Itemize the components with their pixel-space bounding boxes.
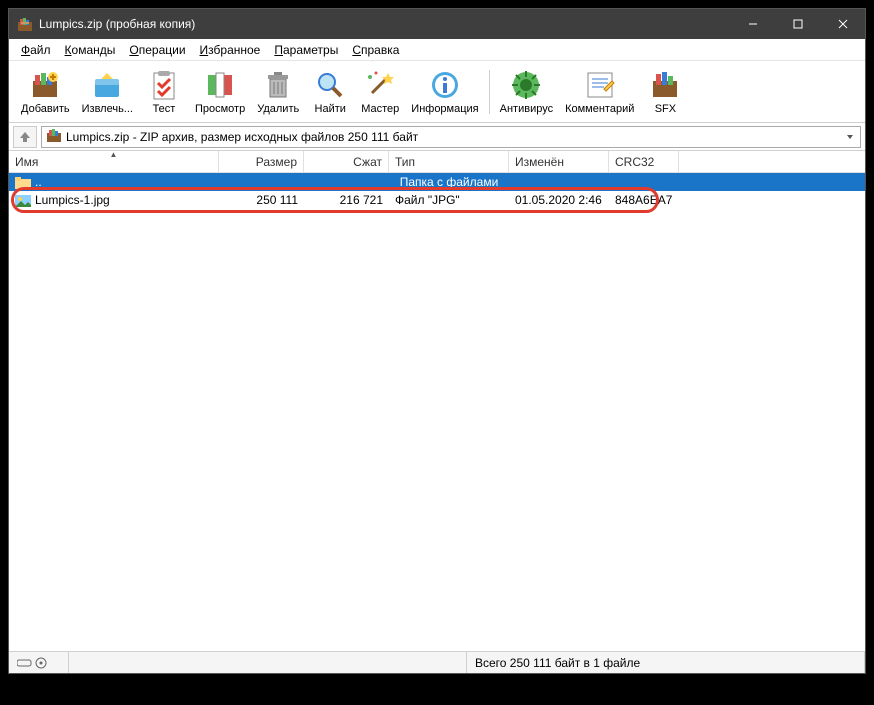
menu-favorites[interactable]: Избранное <box>194 41 267 59</box>
file-name: .. <box>35 175 42 189</box>
sfx-icon <box>649 69 681 101</box>
file-packed: 216 721 <box>304 193 389 207</box>
column-headers: ▲Имя Размер Сжат Тип Изменён CRC32 <box>9 151 865 173</box>
address-dropdown-icon[interactable] <box>842 129 858 145</box>
info-button[interactable]: Информация <box>405 67 484 117</box>
info-label: Информация <box>411 103 478 115</box>
menu-options[interactable]: Параметры <box>268 41 344 59</box>
wizard-label: Мастер <box>361 103 399 115</box>
view-label: Просмотр <box>195 103 245 115</box>
toolbar: Добавить Извлечь... Тест Просмотр Удалит… <box>9 61 865 123</box>
header-name[interactable]: ▲Имя <box>9 151 219 173</box>
folder-icon <box>15 177 31 189</box>
close-button[interactable] <box>820 9 865 39</box>
add-button[interactable]: Добавить <box>15 67 76 117</box>
address-text: Lumpics.zip - ZIP архив, размер исходных… <box>66 130 418 144</box>
menu-help[interactable]: Справка <box>346 41 405 59</box>
test-button[interactable]: Тест <box>139 67 189 117</box>
header-size[interactable]: Размер <box>219 151 304 173</box>
app-icon <box>17 16 33 32</box>
menu-file[interactable]: Файл <box>15 41 57 59</box>
addressbar: Lumpics.zip - ZIP архив, размер исходных… <box>9 123 865 151</box>
add-icon <box>29 69 61 101</box>
header-modified[interactable]: Изменён <box>509 151 609 173</box>
comment-icon <box>584 69 616 101</box>
antivirus-label: Антивирус <box>500 103 553 115</box>
test-label: Тест <box>153 103 176 115</box>
extract-button[interactable]: Извлечь... <box>76 67 139 117</box>
file-crc: 848A6EA7 <box>609 193 679 207</box>
extract-label: Извлечь... <box>82 103 133 115</box>
menu-commands[interactable]: Команды <box>59 41 122 59</box>
menubar: Файл Команды Операции Избранное Параметр… <box>9 39 865 61</box>
status-total: Всего 250 111 байт в 1 файле <box>467 652 865 673</box>
add-label: Добавить <box>21 103 70 115</box>
find-button[interactable]: Найти <box>305 67 355 117</box>
wizard-icon <box>364 69 396 101</box>
file-list[interactable]: .. Папка с файлами Lumpics-1.jpg 250 111… <box>9 173 865 651</box>
header-crc[interactable]: CRC32 <box>609 151 679 173</box>
app-window: Lumpics.zip (пробная копия) Файл Команды… <box>8 8 866 674</box>
view-button[interactable]: Просмотр <box>189 67 251 117</box>
comment-label: Комментарий <box>565 103 634 115</box>
file-size: 250 111 <box>219 193 304 207</box>
header-packed[interactable]: Сжат <box>304 151 389 173</box>
test-icon <box>148 69 180 101</box>
sfx-label: SFX <box>655 103 676 115</box>
file-modified: 01.05.2020 2:46 <box>509 193 609 207</box>
comment-button[interactable]: Комментарий <box>559 67 640 117</box>
minimize-button[interactable] <box>730 9 775 39</box>
sfx-button[interactable]: SFX <box>640 67 690 117</box>
file-row[interactable]: Lumpics-1.jpg 250 111 216 721 Файл "JPG"… <box>9 191 865 209</box>
view-icon <box>204 69 236 101</box>
header-type[interactable]: Тип <box>389 151 509 173</box>
menu-operations[interactable]: Операции <box>123 41 191 59</box>
file-type: Папка с файлами <box>389 175 509 189</box>
window-controls <box>730 9 865 39</box>
parent-folder-row[interactable]: .. Папка с файлами <box>9 173 865 191</box>
up-button[interactable] <box>13 126 37 148</box>
delete-icon <box>262 69 294 101</box>
sort-asc-icon: ▲ <box>110 150 118 159</box>
antivirus-button[interactable]: Антивирус <box>494 67 559 117</box>
find-icon <box>314 69 346 101</box>
window-title: Lumpics.zip (пробная копия) <box>39 17 730 31</box>
file-type: Файл "JPG" <box>389 193 509 207</box>
maximize-button[interactable] <box>775 9 820 39</box>
find-label: Найти <box>315 103 346 115</box>
toolbar-separator <box>489 70 490 114</box>
address-input[interactable]: Lumpics.zip - ZIP архив, размер исходных… <box>41 126 861 148</box>
delete-button[interactable]: Удалить <box>251 67 305 117</box>
delete-label: Удалить <box>257 103 299 115</box>
status-selection <box>69 652 467 673</box>
status-left-icons <box>9 652 69 673</box>
extract-icon <box>91 69 123 101</box>
drive-icon <box>17 657 49 669</box>
statusbar: Всего 250 111 байт в 1 файле <box>9 651 865 673</box>
antivirus-icon <box>510 69 542 101</box>
wizard-button[interactable]: Мастер <box>355 67 405 117</box>
titlebar: Lumpics.zip (пробная копия) <box>9 9 865 39</box>
info-icon <box>429 69 461 101</box>
archive-icon <box>46 127 62 146</box>
image-file-icon <box>15 195 31 207</box>
file-name: Lumpics-1.jpg <box>35 193 110 207</box>
up-arrow-icon <box>18 130 32 144</box>
